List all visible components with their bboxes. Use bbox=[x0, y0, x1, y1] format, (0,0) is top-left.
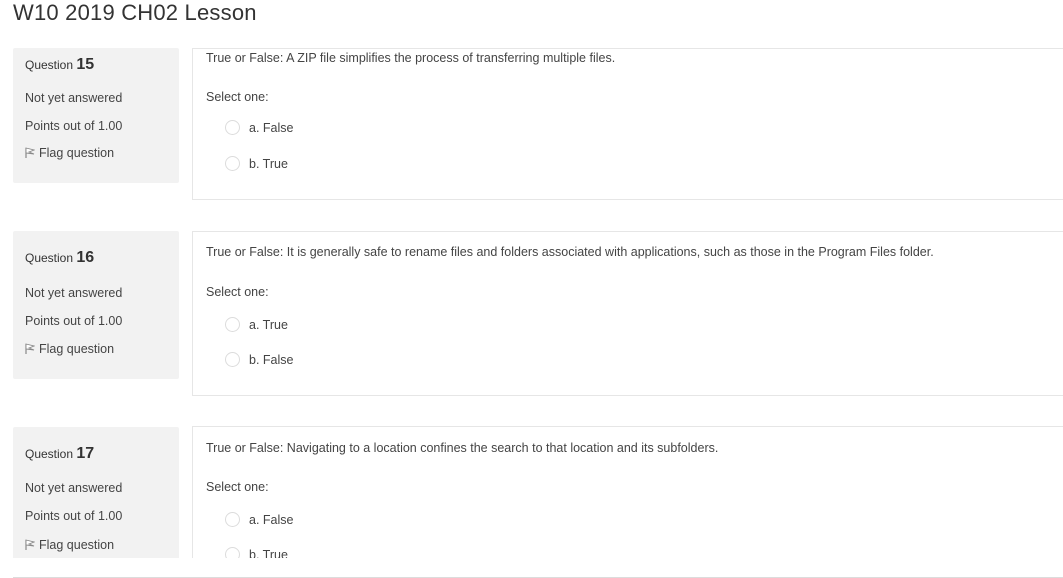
radio-button[interactable] bbox=[225, 156, 240, 171]
flag-question-link[interactable]: Flag question bbox=[25, 144, 114, 161]
question-text: True or False: Navigating to a location … bbox=[206, 441, 719, 455]
question-text: True or False: A ZIP file simplifies the… bbox=[206, 51, 616, 65]
question-info-15: Question 15 Not yet answered Points out … bbox=[13, 48, 179, 183]
radio-button[interactable] bbox=[225, 512, 240, 527]
flag-icon bbox=[25, 536, 39, 553]
answer-option-b[interactable]: b. True bbox=[225, 156, 288, 171]
radio-button[interactable] bbox=[225, 547, 240, 558]
question-text: True or False: It is generally safe to r… bbox=[206, 245, 934, 259]
flag-question-link[interactable]: Flag question bbox=[25, 536, 114, 553]
radio-button[interactable] bbox=[225, 317, 240, 332]
flag-icon bbox=[25, 144, 39, 161]
page-title: W10 2019 CH02 Lesson bbox=[13, 0, 257, 25]
question-points: Points out of 1.00 bbox=[25, 509, 123, 523]
answer-option-b[interactable]: b. True bbox=[225, 547, 288, 558]
question-points: Points out of 1.00 bbox=[25, 119, 123, 133]
question-number: Question 17 bbox=[25, 445, 95, 462]
question-points: Points out of 1.00 bbox=[25, 314, 123, 328]
question-info-17: Question 17 Not yet answered Points out … bbox=[13, 427, 179, 558]
question-content-15: True or False: A ZIP file simplifies the… bbox=[192, 48, 1063, 200]
question-number: Question 15 bbox=[25, 56, 95, 73]
answer-option-b[interactable]: b. False bbox=[225, 352, 293, 367]
question-state: Not yet answered bbox=[25, 481, 123, 495]
select-one-label: Select one: bbox=[206, 285, 269, 299]
question-state: Not yet answered bbox=[25, 91, 123, 105]
select-one-label: Select one: bbox=[206, 480, 269, 494]
radio-button[interactable] bbox=[225, 352, 240, 367]
flag-icon bbox=[25, 340, 39, 357]
answer-option-a[interactable]: a. True bbox=[225, 317, 288, 332]
answer-option-a[interactable]: a. False bbox=[225, 512, 293, 527]
question-content-17: True or False: Navigating to a location … bbox=[192, 426, 1063, 558]
answer-option-a[interactable]: a. False bbox=[225, 120, 293, 135]
question-number: Question 16 bbox=[25, 249, 95, 266]
quiz-viewport: W10 2019 CH02 Lesson Question 15 Not yet… bbox=[0, 0, 1063, 558]
question-info-16: Question 16 Not yet answered Points out … bbox=[13, 231, 179, 379]
select-one-label: Select one: bbox=[206, 90, 269, 104]
question-state: Not yet answered bbox=[25, 286, 123, 300]
question-content-16: True or False: It is generally safe to r… bbox=[192, 231, 1063, 396]
flag-question-link[interactable]: Flag question bbox=[25, 340, 114, 357]
radio-button[interactable] bbox=[225, 120, 240, 135]
